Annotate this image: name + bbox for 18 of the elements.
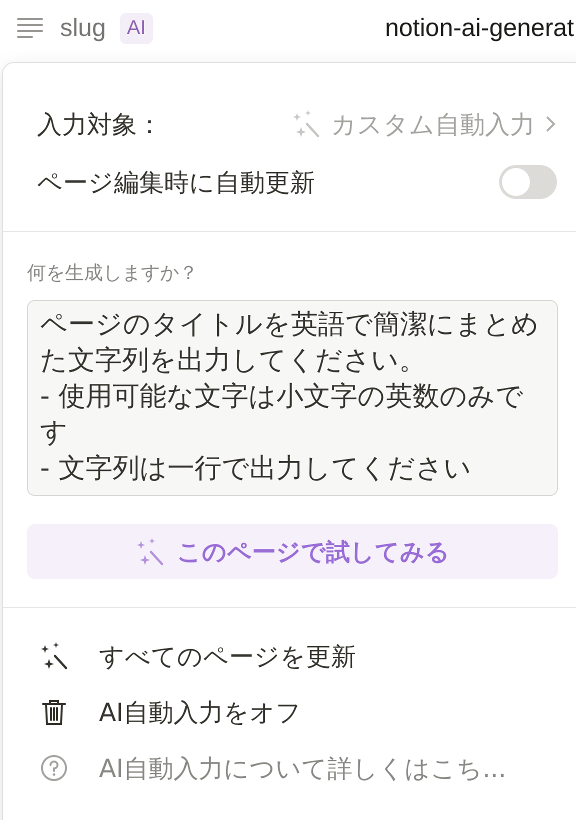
menu-icon[interactable] (16, 16, 44, 40)
menu-item[interactable]: AI自動入力をオフ (27, 684, 557, 740)
magic-wand-icon (135, 536, 165, 566)
chevron-right-icon (545, 114, 557, 134)
menu-item[interactable]: AI自動入力について詳しくはこち... (27, 740, 557, 796)
auto-update-label: ページ編集時に自動更新 (37, 166, 315, 198)
menu-item[interactable]: すべてのページを更新 (27, 628, 557, 684)
toggle-switch[interactable] (499, 165, 557, 199)
property-name: slug (60, 14, 106, 42)
ai-badge: AI (120, 12, 153, 44)
help-icon (39, 753, 69, 783)
target-label: 入力対象： (37, 108, 162, 140)
magic-wand-icon (39, 641, 69, 671)
page-title: notion-ai-generat (384, 14, 574, 42)
prompt-input[interactable]: ページのタイトルを英語で簡潔にまとめた文字列を出力してください。 - 使用可能な文字は小文字の英数のみです - 文字列は一行で出力してください (27, 300, 558, 496)
magic-wand-icon (291, 109, 321, 139)
trash-icon (39, 697, 69, 727)
prompt-label: 何を生成しますか？ (27, 261, 199, 286)
